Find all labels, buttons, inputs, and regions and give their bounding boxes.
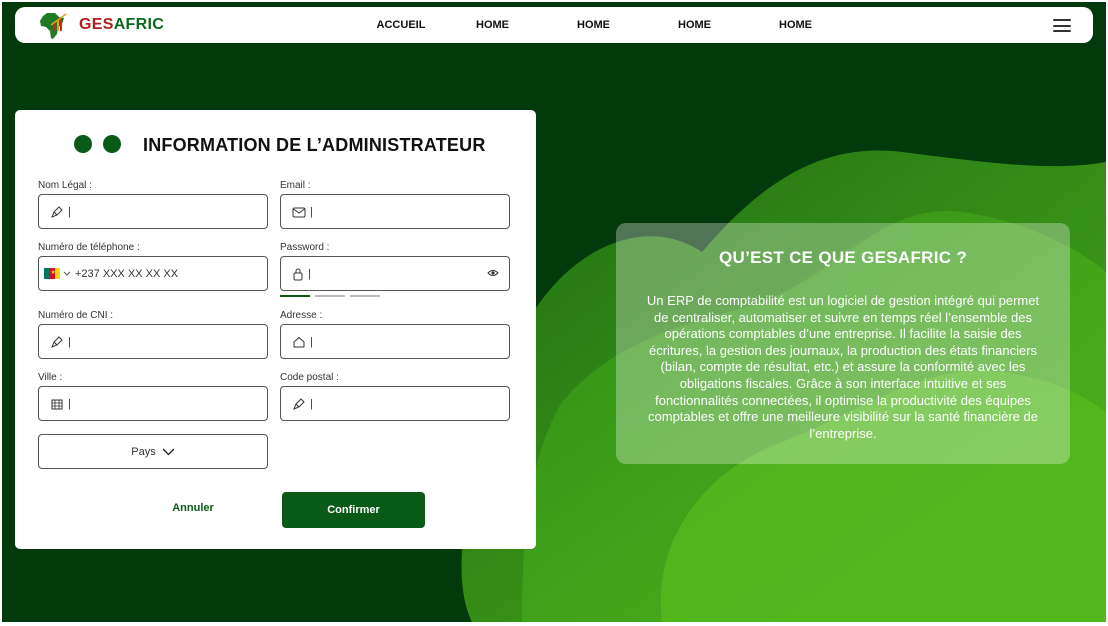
- nom-legal-label: Nom Légal :: [38, 180, 92, 191]
- nav-links: ACCUEIL HOME HOME HOME HOME: [360, 19, 846, 31]
- info-text: Un ERP de comptabilité est un logiciel d…: [646, 293, 1040, 441]
- admin-form-card: INFORMATION DE L’ADMINISTRATEUR Nom Léga…: [15, 110, 536, 549]
- brand-name[interactable]: GESAFRIC: [79, 16, 164, 34]
- chevron-down-icon: [162, 448, 175, 455]
- building-icon: [51, 399, 63, 409]
- home-icon: [293, 336, 305, 347]
- chevron-down-icon[interactable]: [63, 271, 71, 277]
- confirm-button[interactable]: Confirmer: [282, 492, 425, 528]
- adresse-label: Adresse :: [280, 310, 323, 321]
- nom-legal-value: |: [68, 205, 71, 218]
- eye-icon[interactable]: [487, 268, 499, 278]
- lock-icon: [293, 268, 303, 280]
- step-indicator: [74, 135, 132, 153]
- strength-segment-3: [350, 295, 380, 297]
- adresse-value: |: [310, 335, 313, 348]
- brand-part-afric: AFRIC: [113, 16, 165, 33]
- ville-value: |: [68, 397, 71, 410]
- cni-field[interactable]: |: [38, 324, 268, 359]
- cni-label: Numéro de CNI :: [38, 310, 114, 321]
- step-dot-1: [74, 135, 92, 153]
- email-value: |: [310, 205, 313, 218]
- telephone-value: +237 XXX XX XX XX: [75, 267, 179, 280]
- brand-part-ges: GES: [79, 16, 114, 33]
- pen-icon: [51, 335, 63, 348]
- strength-segment-2: [315, 295, 345, 297]
- cameroon-flag-icon[interactable]: [44, 268, 60, 279]
- nav-link-accueil[interactable]: ACCUEIL: [360, 19, 442, 31]
- code-postal-value: |: [310, 397, 313, 410]
- form-title: INFORMATION DE L’ADMINISTRATEUR: [143, 135, 486, 155]
- pen-icon: [51, 205, 63, 218]
- email-label: Email :: [280, 180, 311, 191]
- hamburger-icon[interactable]: [1053, 19, 1071, 32]
- ville-label: Ville :: [38, 372, 63, 383]
- page-background: GESAFRIC ACCUEIL HOME HOME HOME HOME INF…: [2, 2, 1106, 622]
- nav-link-home-2[interactable]: HOME: [543, 19, 644, 31]
- pays-select[interactable]: Pays: [38, 434, 268, 469]
- top-navbar: GESAFRIC ACCUEIL HOME HOME HOME HOME: [15, 7, 1093, 43]
- pen-icon: [293, 397, 305, 410]
- nav-link-home-3[interactable]: HOME: [644, 19, 745, 31]
- step-dot-2: [103, 135, 121, 153]
- code-postal-label: Code postal :: [280, 372, 339, 383]
- email-field[interactable]: |: [280, 194, 510, 229]
- telephone-field[interactable]: +237 XXX XX XX XX: [38, 256, 268, 291]
- adresse-field[interactable]: |: [280, 324, 510, 359]
- password-field[interactable]: |: [280, 256, 510, 291]
- cni-value: |: [68, 335, 71, 348]
- info-title: QU’EST CE QUE GESAFRIC ?: [718, 248, 968, 267]
- ville-field[interactable]: |: [38, 386, 268, 421]
- strength-segment-1: [280, 295, 310, 297]
- password-strength-meter: [280, 295, 385, 297]
- nav-link-home-1[interactable]: HOME: [442, 19, 543, 31]
- cancel-button[interactable]: Annuler: [153, 502, 233, 516]
- password-value: |: [308, 267, 311, 280]
- nom-legal-field[interactable]: |: [38, 194, 268, 229]
- africa-logo-icon: [40, 13, 67, 39]
- nav-link-home-4[interactable]: HOME: [745, 19, 846, 31]
- info-panel: QU’EST CE QUE GESAFRIC ? Un ERP de compt…: [616, 223, 1070, 464]
- pays-label: Pays: [131, 445, 156, 458]
- password-label: Password :: [280, 242, 330, 253]
- mail-icon: [292, 207, 306, 217]
- code-postal-field[interactable]: |: [280, 386, 510, 421]
- telephone-label: Numéro de téléphone :: [38, 242, 140, 253]
